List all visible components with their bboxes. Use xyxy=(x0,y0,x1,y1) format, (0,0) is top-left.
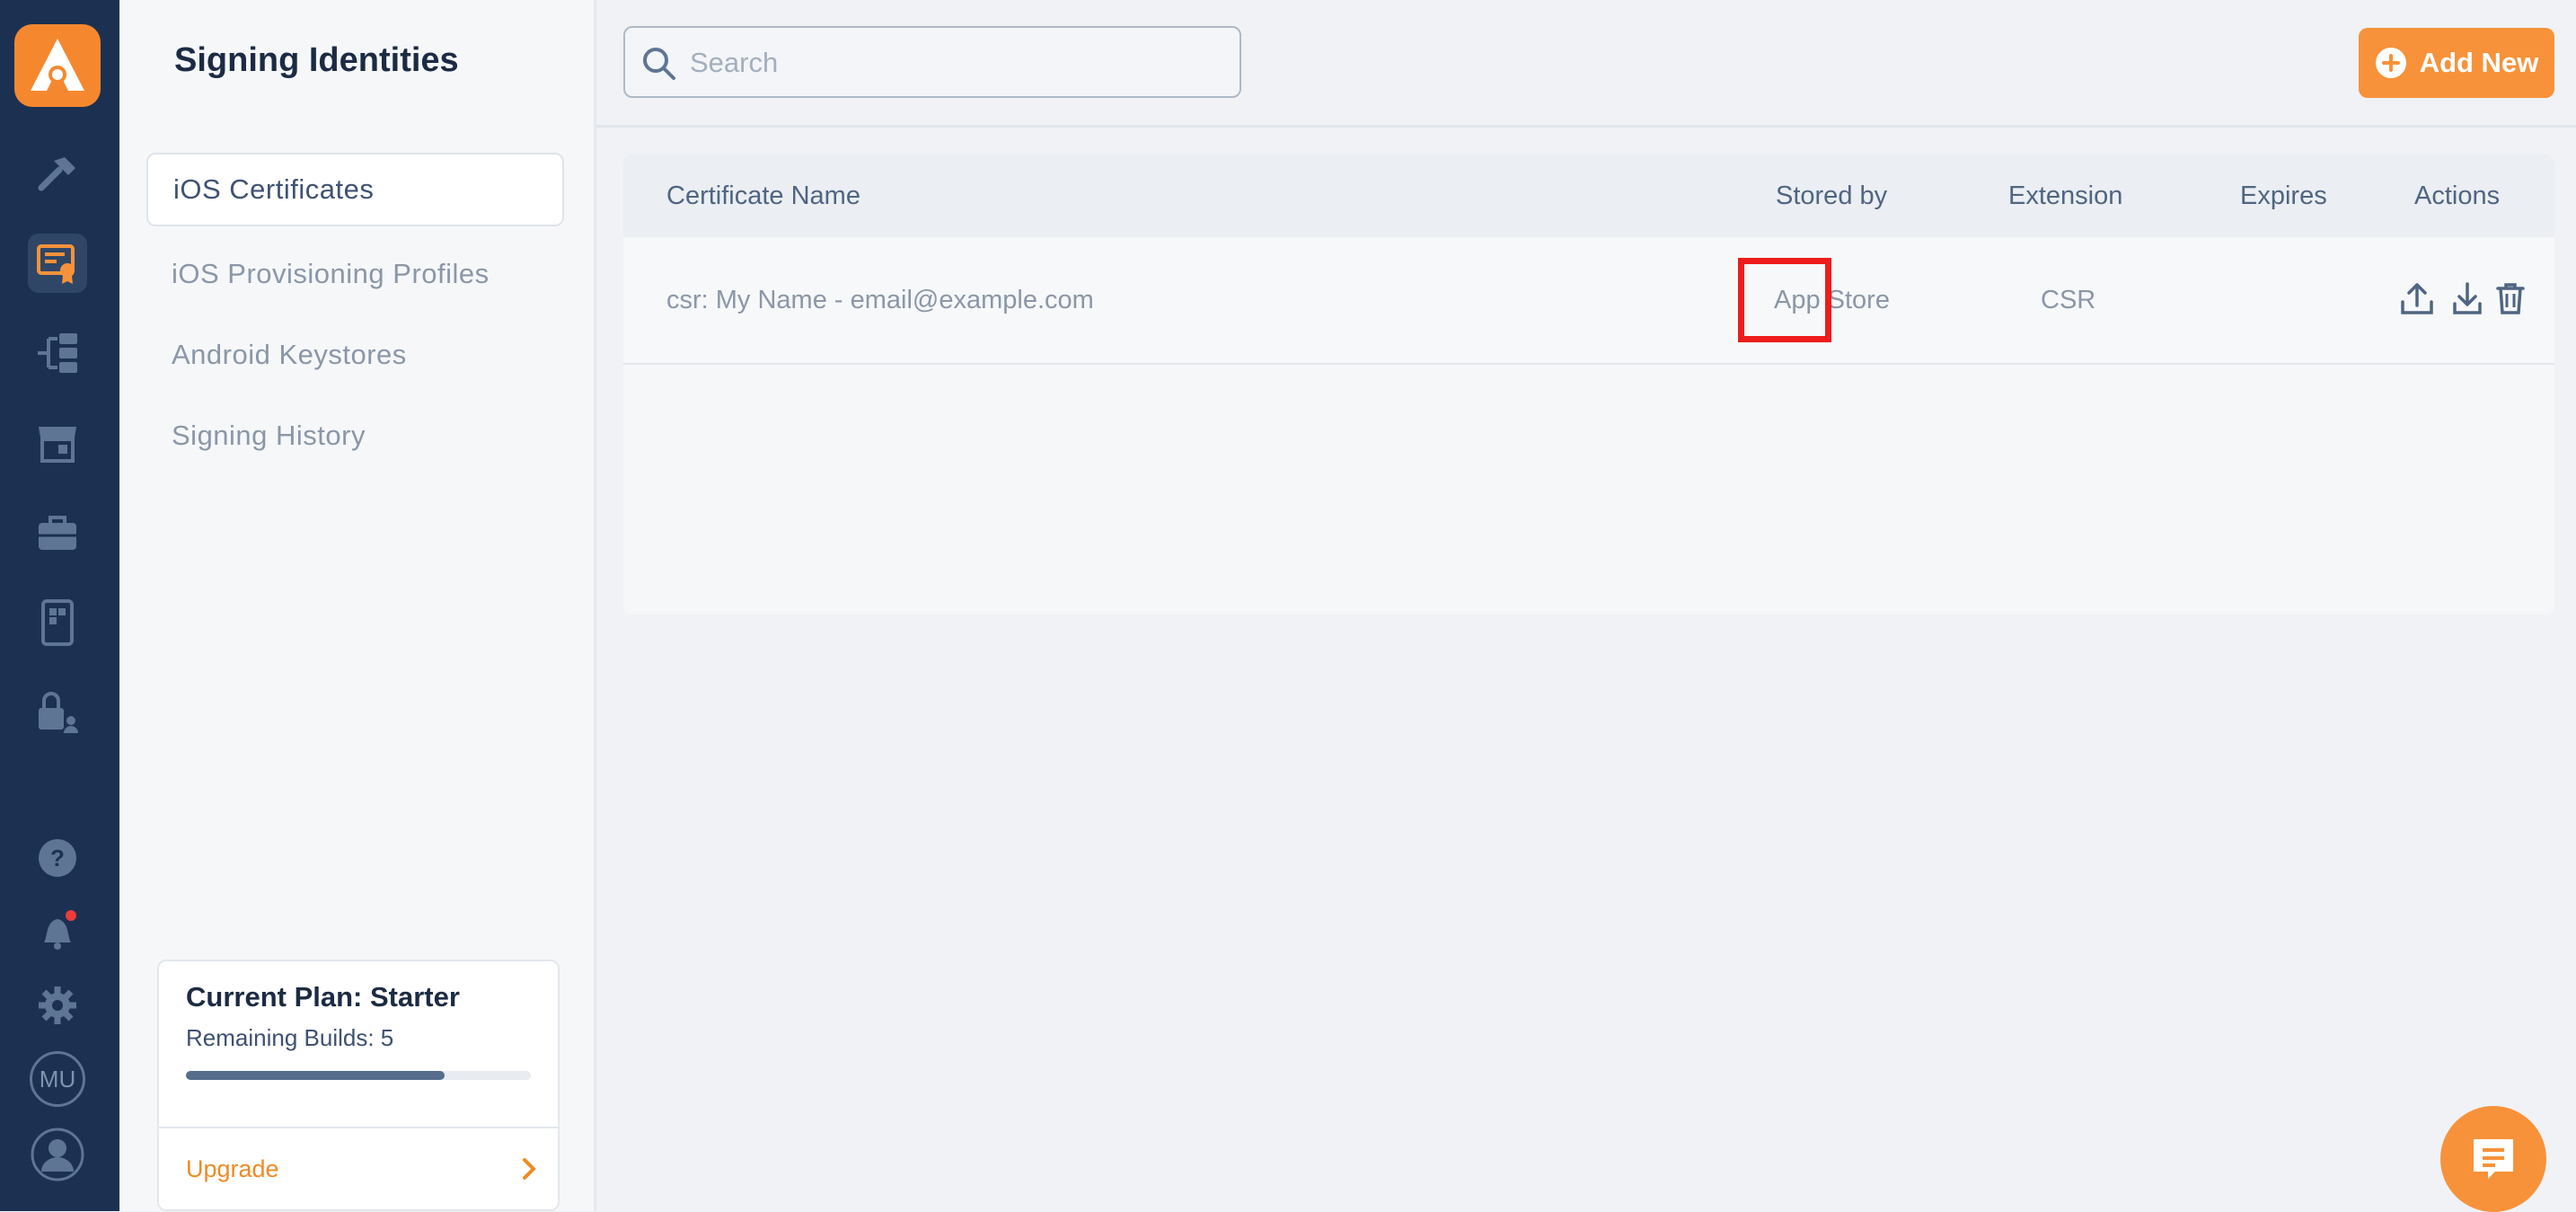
add-new-button[interactable]: Add New xyxy=(2359,28,2554,98)
chevron-right-icon[interactable] xyxy=(520,1155,538,1187)
certificates-table: Certificate Name Stored by Extension Exp… xyxy=(623,155,2554,615)
briefcase-icon[interactable] xyxy=(28,503,87,562)
column-certificate-name[interactable]: Certificate Name xyxy=(666,155,860,237)
column-actions: Actions xyxy=(2414,181,2501,210)
signing-sidebar: Signing Identities iOS Certificates iOS … xyxy=(119,0,596,1211)
appflow-logo-icon[interactable] xyxy=(14,24,101,107)
nav-ios-provisioning-profiles[interactable]: iOS Provisioning Profiles xyxy=(146,237,564,311)
store-icon[interactable] xyxy=(28,413,87,473)
plan-title: Current Plan: Starter xyxy=(186,981,460,1013)
certificate-name-cell: csr: My Name - email@example.com xyxy=(666,286,1094,314)
search-icon xyxy=(641,46,677,86)
profile-avatar-icon[interactable] xyxy=(28,1125,87,1184)
search-box[interactable] xyxy=(623,26,1241,98)
top-bar: Add New xyxy=(596,0,2576,128)
column-stored-by[interactable]: Stored by xyxy=(1776,155,1887,237)
signing-certificate-icon[interactable] xyxy=(28,234,87,293)
lock-user-icon[interactable] xyxy=(28,683,87,742)
plan-card: Current Plan: Starter Remaining Builds: … xyxy=(157,960,560,1211)
help-icon[interactable]: ? xyxy=(28,828,87,888)
plan-progress-fill xyxy=(186,1071,445,1080)
notifications-bell-icon[interactable] xyxy=(28,901,87,960)
extension-cell: CSR xyxy=(2041,286,2096,314)
avatar-initials: MU xyxy=(30,1051,85,1107)
upload-highlight-box xyxy=(1738,258,1831,342)
upgrade-link[interactable]: Upgrade xyxy=(186,1155,279,1183)
nav-ios-certificates[interactable]: iOS Certificates xyxy=(146,153,564,226)
table-row[interactable]: csr: My Name - email@example.com App Sto… xyxy=(623,237,2554,365)
user-initials-avatar[interactable]: MU xyxy=(28,1049,87,1109)
page-title: Signing Identities xyxy=(174,41,459,79)
device-icon[interactable] xyxy=(28,593,87,652)
nav-android-keystores[interactable]: Android Keystores xyxy=(146,318,564,392)
chat-support-icon[interactable] xyxy=(2440,1106,2546,1212)
remaining-builds: Remaining Builds: 5 xyxy=(186,1024,394,1051)
table-header: Certificate Name Stored by Extension Exp… xyxy=(623,155,2554,239)
plus-circle-icon xyxy=(2375,48,2406,78)
column-extension[interactable]: Extension xyxy=(2008,155,2122,237)
add-new-label: Add New xyxy=(2419,47,2539,78)
column-expires[interactable]: Expires xyxy=(2240,155,2327,237)
download-icon[interactable] xyxy=(2445,273,2490,323)
workflow-icon[interactable] xyxy=(28,323,87,383)
svg-text:?: ? xyxy=(50,845,65,871)
trash-icon[interactable] xyxy=(2488,273,2533,323)
search-input[interactable] xyxy=(688,28,1231,98)
upload-icon[interactable] xyxy=(2395,273,2439,323)
nav-signing-history[interactable]: Signing History xyxy=(146,399,564,473)
icon-rail: ? MU xyxy=(0,0,119,1211)
plan-progress-bar xyxy=(186,1071,531,1080)
settings-gear-icon[interactable] xyxy=(28,976,87,1035)
build-hammer-icon[interactable] xyxy=(28,144,87,203)
plan-divider xyxy=(159,1127,558,1128)
